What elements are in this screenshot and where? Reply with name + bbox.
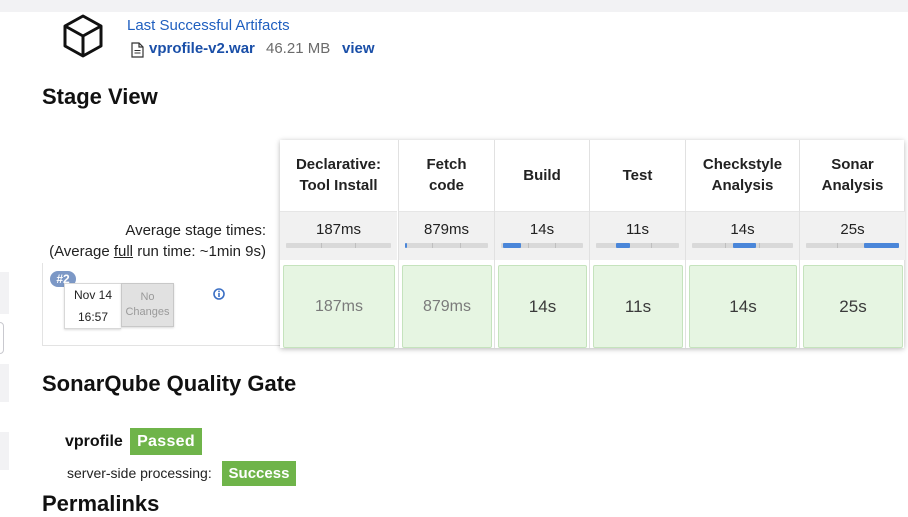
stage-column: Test 11s 11s <box>589 140 685 348</box>
stage-header: Checkstyle Analysis <box>702 156 783 194</box>
box-icon <box>63 14 103 58</box>
stage-average-bar <box>596 243 679 248</box>
sidebar-edge <box>0 432 9 470</box>
stage-average: 25s <box>800 211 905 260</box>
bar-tick <box>528 243 530 248</box>
bar-fill <box>733 243 756 248</box>
changes-line2: Changes <box>125 306 170 318</box>
sidebar-edge <box>0 364 9 402</box>
bar-tick <box>836 243 838 248</box>
stage-header: Declarative: Tool Install <box>295 156 382 194</box>
stage-cell[interactable]: 187ms <box>283 265 395 348</box>
bar-tick <box>650 243 652 248</box>
stage-column: Sonar Analysis 25s 25s <box>799 140 905 348</box>
quality-gate-status-badge: Passed <box>130 428 202 455</box>
quality-gate-heading: SonarQube Quality Gate <box>42 371 297 396</box>
bar-tick <box>355 243 357 248</box>
stage-column: Build 14s 14s <box>494 140 589 348</box>
bar-tick <box>758 243 760 248</box>
bar-fill <box>502 243 521 248</box>
artifacts-title-link[interactable]: Last Successful Artifacts <box>127 17 290 34</box>
processing-label: server-side processing: <box>67 465 212 481</box>
artifact-view-link[interactable]: view <box>342 40 375 57</box>
stage-average: 187ms <box>280 211 397 260</box>
artifact-file-size: 46.21 MB <box>266 40 331 57</box>
avg-label-line1: Average stage times: <box>125 222 266 239</box>
permalinks-heading: Permalinks <box>42 491 160 516</box>
stage-average: 879ms <box>399 211 494 260</box>
info-icon[interactable] <box>213 288 225 300</box>
stage-header: Test <box>622 166 653 184</box>
stage-average-bar <box>806 243 899 248</box>
stage-cell[interactable]: 14s <box>689 265 797 348</box>
changes-line1: No <box>140 291 155 303</box>
sidebar-edge-button[interactable] <box>0 322 4 354</box>
stage-average: 14s <box>686 211 799 260</box>
stage-average-bar <box>286 243 391 248</box>
stage-view-heading: Stage View <box>42 84 158 109</box>
stage-average-bar <box>692 243 793 248</box>
stage-header: Sonar Analysis <box>821 156 884 194</box>
build-date-day: Nov 14 <box>73 288 113 302</box>
bar-tick <box>432 243 434 248</box>
average-stage-times-label: Average stage times: (Average full run t… <box>6 220 266 262</box>
sidebar-edge <box>0 272 9 314</box>
top-strip <box>0 0 908 12</box>
bar-tick <box>725 243 727 248</box>
build-changes[interactable]: No Changes <box>121 283 174 327</box>
bar-tick <box>459 243 461 248</box>
stage-average-bar <box>405 243 488 248</box>
bar-fill <box>863 243 899 248</box>
artifact-file-link[interactable]: vprofile-v2.war <box>149 40 255 57</box>
stage-view-table: Declarative: Tool Install 187ms 187ms Fet… <box>280 140 905 348</box>
build-date-time: 16:57 <box>77 310 109 324</box>
quality-gate-project[interactable]: vprofile <box>65 433 123 451</box>
stage-cell[interactable]: 14s <box>498 265 587 348</box>
full-run-link[interactable]: full <box>114 243 133 260</box>
stage-column: Checkstyle Analysis 14s 14s <box>685 140 799 348</box>
stage-column: Fetch code 879ms 879ms <box>398 140 494 348</box>
bar-fill <box>615 243 631 248</box>
bar-tick <box>320 243 322 248</box>
build-date[interactable]: Nov 14 16:57 <box>64 283 121 329</box>
stage-average-bar <box>501 243 583 248</box>
stage-cell[interactable]: 11s <box>593 265 683 348</box>
stage-column: Declarative: Tool Install 187ms 187ms <box>280 140 397 348</box>
stage-average: 11s <box>590 211 685 260</box>
bar-tick <box>555 243 557 248</box>
file-icon <box>131 42 144 58</box>
stage-average: 14s <box>495 211 589 260</box>
stage-header: Build <box>523 166 561 184</box>
stage-cell[interactable]: 879ms <box>402 265 492 348</box>
processing-status-badge: Success <box>222 461 296 486</box>
stage-cell[interactable]: 25s <box>803 265 903 348</box>
bar-fill <box>405 243 407 248</box>
stage-header: Fetch code <box>426 156 467 194</box>
avg-label-line2: (Average full run time: ~1min 9s) <box>49 243 266 260</box>
